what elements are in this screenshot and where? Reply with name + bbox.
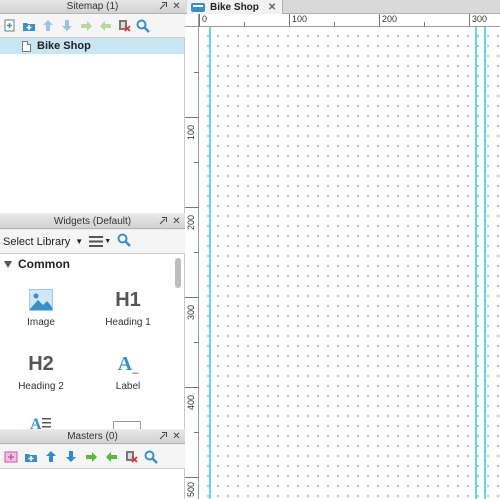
search-icon[interactable] — [117, 233, 131, 250]
tab-bike-shop[interactable]: Bike Shop ✕ — [187, 0, 284, 14]
ruler-top-label: 0 — [202, 14, 208, 24]
add-folder-icon[interactable] — [24, 450, 38, 464]
sitemap-item-label: Bike Shop — [37, 40, 91, 52]
ruler-top-label: 300 — [472, 14, 488, 24]
outdent-icon[interactable] — [98, 19, 112, 33]
widgets-list: Common Image H1 Heading 1 H2 Heading 2 A… — [0, 254, 185, 429]
widget-section-common[interactable]: Common — [0, 254, 184, 274]
sitemap-tree: Bike Shop — [0, 38, 185, 213]
svg-text:A: A — [30, 416, 42, 429]
add-folder-icon[interactable] — [22, 19, 36, 33]
vertical-guide[interactable] — [484, 27, 486, 499]
move-up-icon[interactable] — [44, 450, 58, 464]
masters-list — [0, 469, 185, 499]
image-icon — [1, 286, 81, 314]
ruler-corner — [185, 14, 199, 27]
widgets-toolbar: Select Library ▼ ▼ — [0, 230, 185, 254]
heading-2-glyph: H2 — [28, 352, 54, 375]
widgets-title: Widgets (Default) — [53, 216, 132, 227]
chevron-down-icon: ▼ — [104, 238, 112, 245]
indent-icon[interactable] — [79, 19, 93, 33]
search-icon[interactable] — [136, 19, 150, 33]
pop-out-icon[interactable] — [158, 1, 167, 12]
masters-panel-header: Masters (0) ✕ — [0, 430, 185, 444]
collapse-triangle-icon — [4, 260, 12, 268]
section-label: Common — [18, 257, 70, 271]
move-down-icon[interactable] — [64, 450, 78, 464]
pop-out-icon[interactable] — [158, 216, 167, 227]
ruler-top-label: 100 — [292, 14, 308, 24]
paragraph-icon: A — [30, 414, 52, 429]
tab-close-icon[interactable]: ✕ — [268, 2, 276, 13]
heading-1-glyph: H1 — [115, 288, 141, 311]
select-library-label: Select Library — [3, 235, 71, 248]
editor-tab-strip: Bike Shop ✕ — [185, 0, 500, 14]
sitemap-item-bike-shop[interactable]: Bike Shop — [0, 38, 184, 54]
design-canvas[interactable] — [199, 27, 500, 499]
ruler-top-label: 200 — [382, 14, 398, 24]
ruler-left-label: 300 — [186, 304, 196, 320]
sitemap-panel-header: Sitemap (1) ✕ — [0, 0, 185, 14]
widget-label: Label — [115, 381, 141, 392]
widget-image[interactable]: Image — [1, 286, 81, 328]
outdent-icon[interactable] — [104, 450, 118, 464]
page-icon — [22, 40, 31, 52]
widget-heading-1[interactable]: H1 Heading 1 — [88, 286, 168, 329]
pop-out-icon[interactable] — [158, 431, 167, 442]
ruler-left-label: 500 — [186, 481, 196, 497]
move-down-icon[interactable] — [60, 19, 74, 33]
add-page-icon[interactable] — [3, 19, 17, 33]
widget-label: Heading 2 — [18, 381, 64, 392]
widget-heading-2[interactable]: H2 Heading 2 — [1, 350, 81, 393]
close-icon[interactable]: ✕ — [172, 216, 181, 227]
ruler-ticks — [199, 14, 470, 27]
ruler-left-label: 200 — [186, 214, 196, 230]
widgets-scrollbar[interactable] — [175, 258, 181, 288]
widget-label-item[interactable]: A _ Label — [88, 350, 168, 393]
delete-icon[interactable] — [117, 19, 131, 33]
sitemap-toolbar — [0, 14, 185, 38]
search-icon[interactable] — [144, 450, 158, 464]
select-library-dropdown[interactable]: Select Library ▼ — [3, 236, 83, 248]
vertical-guide[interactable] — [209, 27, 211, 499]
sitemap-title: Sitemap (1) — [66, 1, 119, 12]
widgets-panel-header: Widgets (Default) ✕ — [0, 215, 185, 229]
ruler-ticks — [185, 72, 199, 478]
indent-icon[interactable] — [84, 450, 98, 464]
rectangle-icon — [113, 421, 141, 429]
tab-label: Bike Shop — [210, 1, 259, 13]
ruler-left-label: 100 — [186, 124, 196, 140]
chevron-down-icon: ▼ — [75, 237, 84, 246]
vertical-guide[interactable] — [475, 27, 477, 499]
horizontal-ruler[interactable]: 0 100 200 300 — [199, 14, 500, 27]
label-glyph: A — [117, 352, 133, 375]
add-master-icon[interactable] — [4, 450, 18, 464]
menu-icon[interactable]: ▼ — [89, 236, 111, 247]
vertical-ruler[interactable]: 100 200 300 400 500 — [185, 27, 199, 499]
masters-toolbar — [0, 445, 185, 469]
move-up-icon[interactable] — [41, 19, 55, 33]
ruler-left-label: 400 — [186, 394, 196, 410]
delete-icon[interactable] — [124, 450, 138, 464]
masters-title: Masters (0) — [67, 431, 118, 442]
widget-label: Heading 1 — [105, 317, 151, 328]
close-icon[interactable]: ✕ — [172, 431, 181, 442]
widget-label: Image — [27, 317, 55, 328]
label-icon: A _ — [117, 352, 139, 375]
close-icon[interactable]: ✕ — [172, 1, 181, 12]
page-tab-icon — [191, 2, 205, 12]
